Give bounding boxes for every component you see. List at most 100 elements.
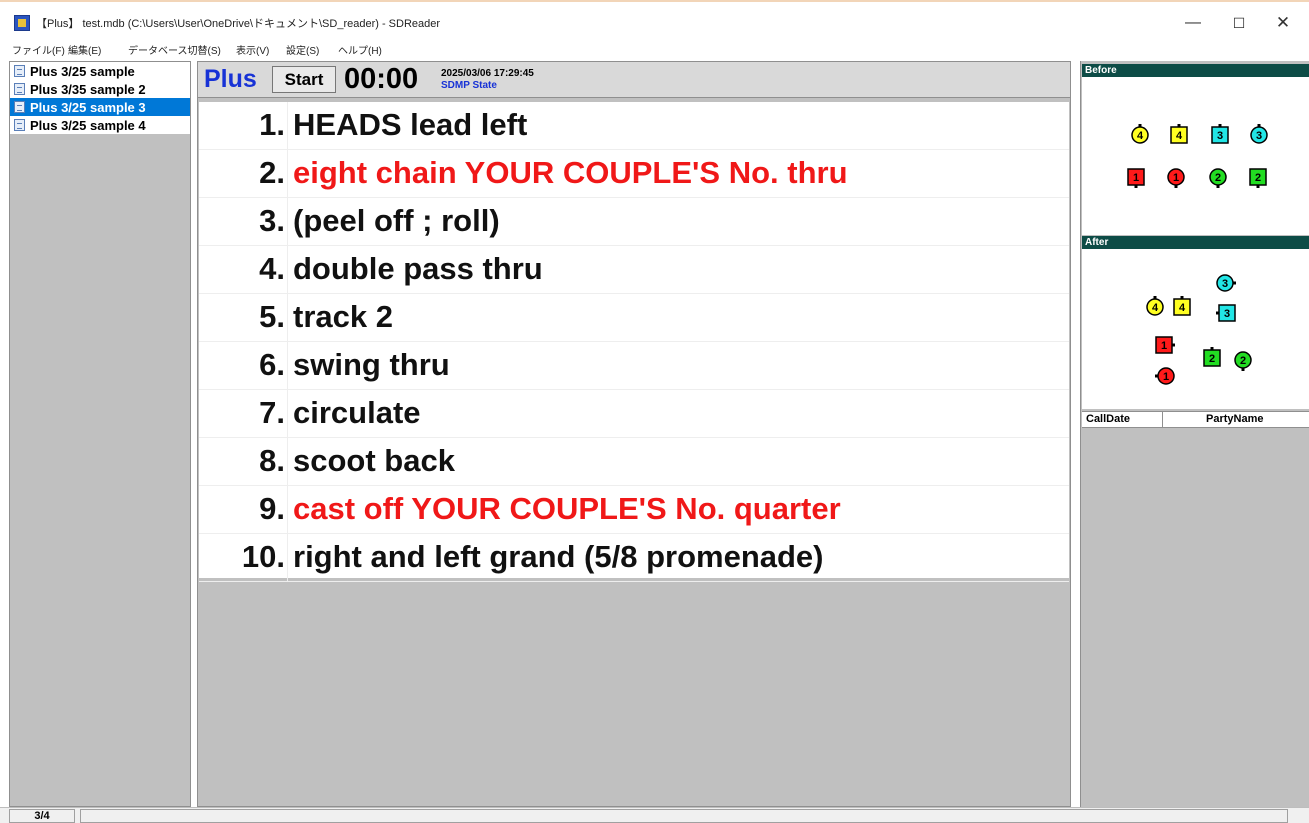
svg-text:1: 1 bbox=[1173, 172, 1179, 184]
call-number: 4. bbox=[259, 251, 285, 286]
menu-settings[interactable]: 設定(S) bbox=[286, 42, 319, 57]
call-row[interactable]: 9. cast off YOUR COUPLE'S No. quarter bbox=[199, 486, 1069, 534]
document-icon bbox=[14, 83, 25, 95]
level-label: Plus bbox=[204, 65, 257, 93]
svg-text:3: 3 bbox=[1256, 130, 1262, 142]
svg-text:1: 1 bbox=[1163, 371, 1169, 383]
state-label: SDMP State bbox=[441, 80, 497, 91]
sequence-item-label: Plus 3/25 sample 4 bbox=[30, 117, 146, 133]
menu-edit[interactable]: 編集(E) bbox=[68, 42, 101, 57]
maximize-button[interactable]: ☐ bbox=[1222, 10, 1256, 36]
boy-dancer-2: 2 bbox=[1249, 168, 1267, 188]
svg-text:4: 4 bbox=[1176, 130, 1183, 142]
call-row[interactable]: 6. swing thru bbox=[199, 342, 1069, 390]
svg-text:3: 3 bbox=[1222, 278, 1228, 290]
call-row[interactable]: 5. track 2 bbox=[199, 294, 1069, 342]
minimize-button[interactable]: — bbox=[1176, 10, 1210, 36]
svg-text:2: 2 bbox=[1215, 172, 1221, 184]
menu-file[interactable]: ファイル(F) bbox=[12, 42, 65, 57]
sequence-item[interactable]: Plus 3/25 sample 4 bbox=[10, 116, 190, 134]
svg-text:1: 1 bbox=[1133, 172, 1139, 184]
app-icon bbox=[14, 15, 30, 31]
call-text: (peel off ; roll) bbox=[293, 203, 500, 238]
call-text: swing thru bbox=[293, 347, 450, 382]
svg-text:2: 2 bbox=[1255, 172, 1261, 184]
status-message-field bbox=[80, 809, 1288, 823]
after-diagram: 3 4 4 3 1 2 2 1 bbox=[1082, 249, 1309, 409]
call-text: scoot back bbox=[293, 443, 455, 478]
call-list[interactable]: 1. HEADS lead left 2. eight chain YOUR COUP… bbox=[199, 102, 1069, 582]
document-icon bbox=[14, 101, 25, 113]
after-formation-svg: 3 4 4 3 1 2 2 1 bbox=[1146, 274, 1252, 385]
call-number: 8. bbox=[259, 443, 285, 478]
call-text: track 2 bbox=[293, 299, 393, 334]
before-formation-svg: 4 4 3 3 1 1 2 2 bbox=[1127, 124, 1268, 188]
calls-panel: Plus Start 00:00 2025/03/06 17:29:45 SDM… bbox=[197, 61, 1071, 807]
menu-database-switch[interactable]: データベース切替(S) bbox=[128, 42, 221, 57]
call-row[interactable]: 1. HEADS lead left bbox=[199, 102, 1069, 150]
menu-help[interactable]: ヘルプ(H) bbox=[338, 42, 382, 57]
window-title: 【Plus】 test.mdb (C:\Users\User\OneDrive\… bbox=[36, 18, 441, 30]
call-divider bbox=[287, 198, 288, 246]
call-number: 5. bbox=[259, 299, 285, 334]
sequence-item[interactable]: Plus 3/25 sample bbox=[10, 62, 190, 80]
after-heading: After bbox=[1082, 236, 1309, 249]
calls-header: Plus Start 00:00 2025/03/06 17:29:45 SDM… bbox=[198, 62, 1070, 98]
calldate-column-header[interactable]: CallDate bbox=[1086, 413, 1130, 425]
call-text: eight chain YOUR COUPLE'S No. thru bbox=[293, 155, 848, 190]
call-text: HEADS lead left bbox=[293, 107, 528, 142]
call-number: 3. bbox=[259, 203, 285, 238]
document-icon bbox=[14, 119, 25, 131]
boy-dancer-4: 4 bbox=[1170, 124, 1188, 144]
before-diagram: 4 4 3 3 1 1 2 2 bbox=[1082, 77, 1309, 235]
before-heading: Before bbox=[1082, 64, 1309, 77]
call-divider bbox=[287, 294, 288, 342]
call-divider bbox=[287, 390, 288, 438]
boy-dancer-1: 1 bbox=[1155, 336, 1175, 354]
call-row[interactable]: 7. circulate bbox=[199, 390, 1069, 438]
call-divider bbox=[287, 486, 288, 534]
status-bar: 3/4 bbox=[0, 807, 1309, 823]
boy-dancer-3: 3 bbox=[1216, 304, 1236, 322]
call-divider bbox=[287, 246, 288, 294]
call-divider bbox=[287, 102, 288, 150]
column-divider bbox=[1162, 412, 1163, 428]
girl-dancer-3: 3 bbox=[1250, 124, 1268, 144]
call-number: 1. bbox=[259, 107, 285, 142]
call-number: 6. bbox=[259, 347, 285, 382]
call-row[interactable]: 4. double pass thru bbox=[199, 246, 1069, 294]
call-row[interactable]: 8. scoot back bbox=[199, 438, 1069, 486]
call-number: 7. bbox=[259, 395, 285, 430]
call-row[interactable]: 2. eight chain YOUR COUPLE'S No. thru bbox=[199, 150, 1069, 198]
call-text: circulate bbox=[293, 395, 421, 430]
sequence-count: 3/4 bbox=[9, 809, 75, 823]
boy-dancer-1: 1 bbox=[1127, 168, 1145, 188]
svg-text:1: 1 bbox=[1161, 340, 1167, 352]
call-row[interactable]: 3. (peel off ; roll) bbox=[199, 198, 1069, 246]
girl-dancer-4: 4 bbox=[1131, 124, 1149, 144]
sequence-item[interactable]: Plus 3/35 sample 2 bbox=[10, 80, 190, 98]
start-button[interactable]: Start bbox=[272, 66, 336, 93]
svg-text:3: 3 bbox=[1224, 308, 1230, 320]
boy-dancer-2: 2 bbox=[1203, 347, 1221, 367]
title-bar: 【Plus】 test.mdb (C:\Users\User\OneDrive\… bbox=[0, 0, 1309, 42]
sequence-item-label: Plus 3/25 sample 3 bbox=[30, 99, 146, 115]
boy-dancer-3: 3 bbox=[1211, 124, 1229, 144]
partyname-column-header[interactable]: PartyName bbox=[1206, 413, 1263, 425]
formation-panel: Before 4 4 3 3 1 1 2 2 After 3 4 4 3 1 2 2 1 CallDate … bbox=[1080, 61, 1309, 807]
call-divider bbox=[287, 438, 288, 486]
svg-text:2: 2 bbox=[1240, 355, 1246, 367]
close-button[interactable]: ✕ bbox=[1266, 10, 1300, 36]
menu-view[interactable]: 表示(V) bbox=[236, 42, 269, 57]
girl-dancer-3: 3 bbox=[1216, 274, 1236, 292]
sequence-list: Plus 3/25 sample Plus 3/35 sample 2 Plus… bbox=[10, 62, 190, 134]
call-row[interactable]: 10. right and left grand (5/8 promenade) bbox=[199, 534, 1069, 582]
menu-bar: ファイル(F) 編集(E) データベース切替(S) 表示(V) 設定(S) ヘル… bbox=[0, 40, 1309, 60]
document-icon bbox=[14, 65, 25, 77]
girl-dancer-1: 1 bbox=[1155, 367, 1175, 385]
sequence-item-selected[interactable]: Plus 3/25 sample 3 bbox=[10, 98, 190, 116]
history-table-header: CallDate PartyName bbox=[1082, 411, 1309, 428]
call-divider bbox=[287, 150, 288, 198]
svg-text:4: 4 bbox=[1137, 130, 1144, 142]
call-divider bbox=[287, 534, 288, 582]
